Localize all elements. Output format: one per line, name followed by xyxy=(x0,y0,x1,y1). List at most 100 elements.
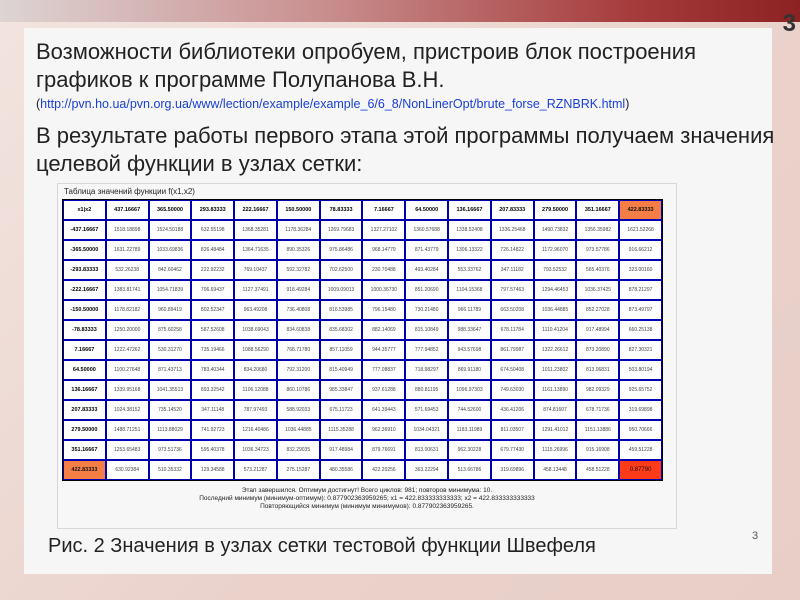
table-cell: 735.14520 xyxy=(148,400,192,420)
table-cell: 869.91180 xyxy=(448,360,491,380)
table-cell: 873.49797 xyxy=(619,300,662,320)
table-cell: 950.70666 xyxy=(619,420,662,440)
table-cell: 988.33647 xyxy=(448,320,491,340)
table-cell: 458.51228 xyxy=(576,460,620,480)
table-cell: 1216.40486 xyxy=(234,420,277,440)
table-cell: 1178.82182 xyxy=(105,300,149,320)
table-cell: 347.11148 xyxy=(191,400,235,420)
table-cell: 678.11784 xyxy=(490,320,534,340)
table-cell: 916.66212 xyxy=(619,240,662,260)
table-cell: 595.40378 xyxy=(191,440,235,460)
table-cell: 834.20680 xyxy=(234,360,277,380)
table-cell: 1368.35281 xyxy=(234,220,277,240)
table-cell: 797.57463 xyxy=(490,280,534,300)
table-cell: 1033.69836 xyxy=(148,240,192,260)
table-cell: 918.49284 xyxy=(276,280,320,300)
table-cell: 741.92723 xyxy=(191,420,235,440)
table-cell: 565.40376 xyxy=(576,260,620,280)
table-cell: 1306.13322 xyxy=(448,240,491,260)
table-cell: 230.70488 xyxy=(362,260,406,280)
row-header: -78.83333 xyxy=(63,320,106,340)
figure-caption: Рис. 2 Значения в узлах сетки тестовой ф… xyxy=(48,535,596,557)
table-cell: 1110.41204 xyxy=(533,320,577,340)
program-screenshot: Таблица значений функции f(x1,x2) x1|x2 4… xyxy=(57,183,677,529)
table-cell: 915.16908 xyxy=(576,440,620,460)
table-cell: 347.11182 xyxy=(490,260,534,280)
table-cell: 1518.18898 xyxy=(105,220,149,240)
table-cell: 363.22294 xyxy=(405,460,449,480)
table-cell: 963.49208 xyxy=(234,300,277,320)
table-cell: 1096.97303 xyxy=(448,380,491,400)
table-cell: 973.51736 xyxy=(148,440,192,460)
slide-subheading: В результате работы первого этапа этой п… xyxy=(36,123,775,176)
slide-heading: Возможности библиотеки опробуем, пристро… xyxy=(36,39,697,92)
table-cell: 1161.13890 xyxy=(533,380,577,400)
table-cell: 783.40344 xyxy=(191,360,235,380)
table-cell: 678.71736 xyxy=(576,400,620,420)
table-cell: 968.14779 xyxy=(362,240,406,260)
table-cell: 962.36910 xyxy=(362,420,406,440)
column-header: 422.83333 xyxy=(619,200,662,220)
row-header: 422.83333 xyxy=(63,460,106,480)
table-cell: 1000.36730 xyxy=(362,280,406,300)
table-cell: 962.30228 xyxy=(448,440,491,460)
table-cell: 726.14822 xyxy=(490,240,534,260)
table-cell: 832.29035 xyxy=(276,440,320,460)
table-title: Таблица значений функции f(x1,x2) xyxy=(64,187,195,196)
table-cell: 1034.04321 xyxy=(405,420,449,440)
table-cell: 1036.37425 xyxy=(576,280,620,300)
table-cell: 436.41206 xyxy=(490,400,534,420)
table-cell: 871.43779 xyxy=(405,240,449,260)
table-cell: 571.69453 xyxy=(405,400,449,420)
column-header: 279.50000 xyxy=(533,200,577,220)
table-cell: 1364.71635 xyxy=(234,240,277,260)
table-cell: 1222.47262 xyxy=(105,340,149,360)
table-cell: 422.20256 xyxy=(362,460,406,480)
table-cell: 1339.95168 xyxy=(105,380,149,400)
table-cell: 1036.44885 xyxy=(276,420,320,440)
table-cell: 1338.52408 xyxy=(448,220,491,240)
table-cell: 1115.26996 xyxy=(533,440,577,460)
table-cell: 573.21287 xyxy=(234,460,277,480)
source-link-line: (http://pvn.ho.ua/pvn.org.ua/www/lection… xyxy=(36,97,800,111)
table-cell: 553.33762 xyxy=(448,260,491,280)
column-header: 78.83333 xyxy=(319,200,363,220)
table-cell: 827.30321 xyxy=(619,340,662,360)
table-cell: 1322.26612 xyxy=(533,340,577,360)
row-header: 207.83333 xyxy=(63,400,106,420)
table-cell: 1488.71251 xyxy=(105,420,149,440)
table-cell: 1183.11989 xyxy=(448,420,491,440)
table-cell: 966.11789 xyxy=(448,300,491,320)
table-cell: 860.10786 xyxy=(276,380,320,400)
table-cell: 878.21297 xyxy=(619,280,662,300)
table-cell: 275.15287 xyxy=(276,460,320,480)
source-link[interactable]: http://pvn.ho.ua/pvn.org.ua/www/lection/… xyxy=(40,97,625,111)
table-cell: 1291.41012 xyxy=(533,420,577,440)
column-header: 207.83333 xyxy=(490,200,534,220)
row-header: 136.16667 xyxy=(63,380,106,400)
status-line: Последний минимум (минимум-оптимум): 0.8… xyxy=(199,495,535,502)
table-cell: 1009.09013 xyxy=(319,280,363,300)
table-cell: 893.32542 xyxy=(191,380,235,400)
table-cell: 319.69898 xyxy=(619,400,662,420)
status-line: Повторяющийся минимум (минимум минимумов… xyxy=(260,503,474,510)
row-header: -150.50000 xyxy=(63,300,106,320)
table-cell: 323.00160 xyxy=(619,260,662,280)
table-cell: 510.35332 xyxy=(148,460,192,480)
table-cell: 1178.36284 xyxy=(276,220,320,240)
table-cell: 1490.73832 xyxy=(533,220,577,240)
table-cell: 787.97493 xyxy=(234,400,277,420)
table-cell: 796.15480 xyxy=(362,300,406,320)
table-cell: 857.11059 xyxy=(319,340,363,360)
table-cell: 768.71780 xyxy=(276,340,320,360)
table-cell: 458.13448 xyxy=(533,460,577,480)
table-cell: 706.69437 xyxy=(191,280,235,300)
table-cell: 1054.71839 xyxy=(148,280,192,300)
table-cell: 730.21480 xyxy=(405,300,449,320)
table-cell: 975.86486 xyxy=(319,240,363,260)
table-cell: 1253.65483 xyxy=(105,440,149,460)
table-cell: 879.76691 xyxy=(362,440,406,460)
table-cell: 1036.44885 xyxy=(533,300,577,320)
table-cell: 749.63030 xyxy=(490,380,534,400)
table-cell: 592.32782 xyxy=(276,260,320,280)
